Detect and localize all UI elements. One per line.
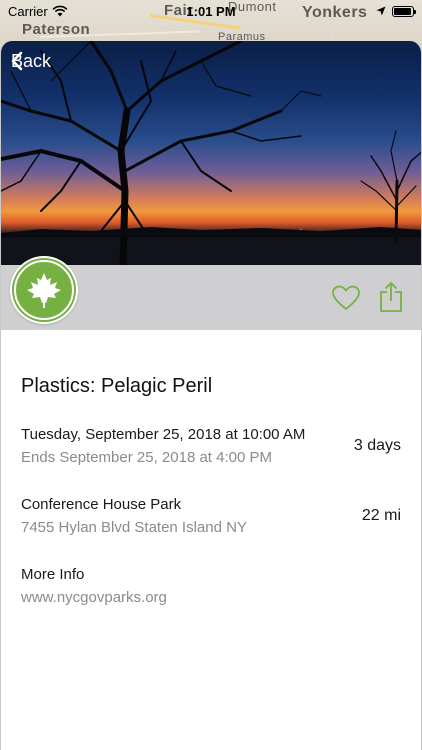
location-address: 7455 Hylan Blvd Staten Island NY [21,519,247,536]
location-name: Conference House Park [21,496,182,513]
more-info-row[interactable]: More Info www.nycgovparks.org [21,566,401,606]
status-left: Carrier [8,4,68,19]
event-duration: 3 days [353,437,401,454]
more-info-link[interactable]: www.nycgovparks.org [21,589,167,606]
location-row[interactable]: Conference House Park 7455 Hylan Blvd St… [21,496,401,536]
chevron-left-icon [11,51,23,71]
status-right [376,5,416,17]
event-date: Tuesday, September 25, 2018 at 10:00 AM [21,426,306,443]
back-button[interactable]: Back [11,51,51,72]
favorite-button[interactable] [331,284,361,312]
battery-icon [392,5,416,17]
battery-fill [394,7,412,15]
tree-silhouette [1,41,421,265]
location-info: Conference House Park 7455 Hylan Blvd St… [21,496,247,536]
location-arrow-icon [376,6,386,16]
date-row: Tuesday, September 25, 2018 at 10:00 AM … [21,426,401,466]
date-info: Tuesday, September 25, 2018 at 10:00 AM … [21,426,305,466]
heart-outline-icon [332,285,360,310]
event-detail-sheet: Back Plastics: Pelagic Peril Tuesday, Se… [0,41,422,750]
hero-image: Back [1,41,421,265]
share-button[interactable] [379,281,403,313]
maple-leaf-icon [27,273,61,308]
status-bar: Carrier 1:01 PM [0,0,422,22]
location-distance: 22 mi [361,507,401,524]
wifi-icon [52,5,68,17]
nyc-parks-logo [10,256,78,324]
carrier-label: Carrier [8,3,48,19]
share-icon [380,282,402,312]
more-info-label: More Info [21,566,85,583]
logo-circle [14,260,74,320]
more-info: More Info www.nycgovparks.org [21,566,167,606]
action-bar [1,256,421,330]
event-content: Plastics: Pelagic Peril Tuesday, Septemb… [1,375,421,606]
map-label-paterson: Paterson [22,21,91,38]
event-title: Plastics: Pelagic Peril [21,375,213,397]
event-end-date: Ends September 25, 2018 at 4:00 PM [21,449,272,466]
